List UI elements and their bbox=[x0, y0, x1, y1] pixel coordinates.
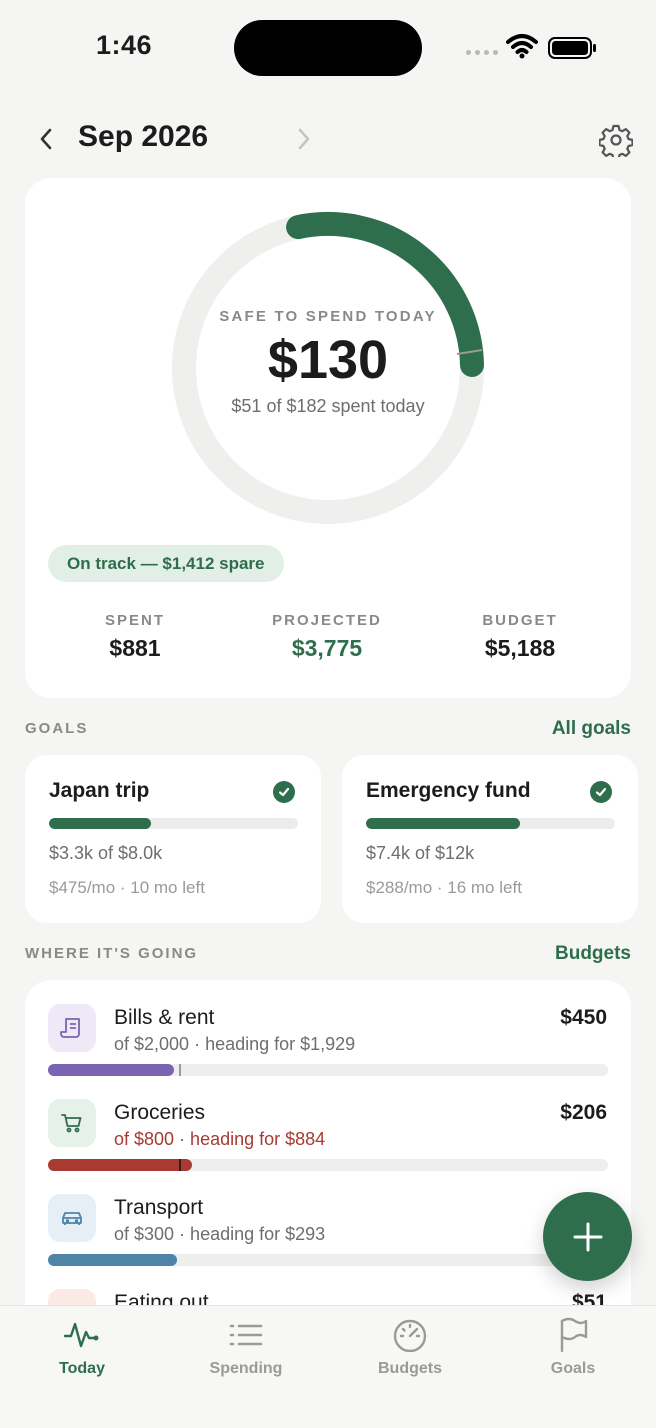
goal-name: Japan trip bbox=[49, 779, 150, 802]
settings-button[interactable] bbox=[596, 120, 636, 160]
pulse-icon bbox=[17, 1316, 147, 1354]
tab-label: Today bbox=[59, 1360, 105, 1377]
spent-today-text: $51 of $182 spent today bbox=[231, 396, 425, 417]
category-progress-fill bbox=[48, 1064, 174, 1076]
safe-to-spend-amount: $130 bbox=[267, 330, 389, 390]
category-progress-bar bbox=[48, 1159, 608, 1171]
goals-section-header: GOALS All goals bbox=[25, 718, 631, 742]
stat-projected: PROJECTED $3,775 bbox=[227, 612, 427, 662]
wifi-icon bbox=[506, 34, 538, 59]
tab-spending[interactable]: Spending bbox=[181, 1316, 311, 1378]
category-progress-fill bbox=[48, 1159, 193, 1171]
status-bar: 1:46 bbox=[0, 0, 656, 100]
stat-value: $5,188 bbox=[484, 635, 556, 661]
goal-card-japan-trip[interactable]: Japan trip $3.3k of $8.0k $475/mo · 10 m… bbox=[25, 755, 321, 923]
month-stats: SPENT $881 PROJECTED $3,775 BUDGET $5,18… bbox=[25, 612, 631, 672]
tab-label: Spending bbox=[209, 1360, 283, 1377]
month-header: Sep 2026 bbox=[0, 110, 656, 170]
goal-progress-fill bbox=[49, 818, 152, 829]
plus-icon bbox=[573, 1222, 602, 1251]
safe-to-spend-label: SAFE TO SPEND TODAY bbox=[219, 308, 437, 325]
chevron-left-icon bbox=[40, 128, 52, 150]
tab-label: Budgets bbox=[378, 1360, 442, 1377]
category-progress-fill bbox=[48, 1254, 177, 1266]
tab-today[interactable]: Today bbox=[17, 1316, 147, 1378]
category-detail: of $2,000 · heading for $1,929 bbox=[114, 1034, 356, 1054]
all-goals-link[interactable]: All goals bbox=[552, 718, 631, 740]
category-row-bills[interactable]: Bills & rent of $2,000 · heading for $1,… bbox=[25, 1004, 631, 1099]
category-spent: $450 bbox=[560, 1006, 607, 1029]
cellular-signal-icon bbox=[466, 50, 498, 55]
goal-amount: $3.3k of $8.0k bbox=[49, 843, 163, 863]
status-time: 1:46 bbox=[96, 30, 153, 60]
stat-label: SPENT bbox=[104, 612, 165, 629]
month-title: Sep 2026 bbox=[78, 120, 209, 153]
category-spent: $206 bbox=[560, 1101, 607, 1124]
goal-card-emergency-fund[interactable]: Emergency fund $7.4k of $12k $288/mo · 1… bbox=[342, 755, 638, 923]
category-name: Transport bbox=[114, 1196, 204, 1219]
category-row-groceries[interactable]: Groceries of $800 · heading for $884 $20… bbox=[25, 1099, 631, 1194]
categories-section-header: WHERE IT'S GOING Budgets bbox=[25, 943, 631, 967]
category-detail: of $300 · heading for $293 bbox=[114, 1224, 326, 1244]
battery-icon bbox=[548, 37, 596, 59]
stat-budget: BUDGET $5,188 bbox=[420, 612, 620, 662]
category-name: Bills & rent bbox=[114, 1006, 215, 1029]
cart-icon bbox=[48, 1099, 96, 1147]
goal-name: Emergency fund bbox=[366, 779, 531, 802]
goal-amount: $7.4k of $12k bbox=[366, 843, 475, 863]
goal-rate: $475/mo · 10 mo left bbox=[49, 878, 205, 897]
section-title: WHERE IT'S GOING bbox=[25, 945, 199, 962]
receipt-icon bbox=[48, 1004, 96, 1052]
tab-goals[interactable]: Goals bbox=[508, 1316, 638, 1378]
category-name: Groceries bbox=[114, 1101, 206, 1124]
goal-progress-bar bbox=[366, 818, 615, 829]
goal-progress-bar bbox=[49, 818, 298, 829]
list-icon bbox=[181, 1316, 311, 1354]
stat-spent: SPENT $881 bbox=[35, 612, 235, 662]
pace-marker bbox=[179, 1159, 181, 1171]
check-icon bbox=[590, 781, 612, 803]
previous-month-button[interactable] bbox=[30, 122, 62, 156]
section-title: GOALS bbox=[25, 720, 89, 737]
stat-value: $881 bbox=[109, 635, 161, 661]
stat-label: PROJECTED bbox=[272, 612, 382, 629]
tab-budgets[interactable]: Budgets bbox=[345, 1316, 475, 1378]
budgets-link[interactable]: Budgets bbox=[555, 943, 631, 965]
dynamic-island bbox=[234, 20, 422, 76]
next-month-button[interactable] bbox=[288, 122, 320, 156]
stat-label: BUDGET bbox=[482, 612, 558, 629]
check-icon bbox=[273, 781, 295, 803]
add-transaction-button[interactable] bbox=[543, 1192, 632, 1281]
tab-label: Goals bbox=[550, 1360, 596, 1377]
status-badge: On track — $1,412 spare bbox=[48, 545, 284, 582]
ring-center: SAFE TO SPEND TODAY $130 $51 of $182 spe… bbox=[125, 308, 531, 417]
chevron-right-icon bbox=[298, 128, 310, 150]
gear-icon bbox=[599, 124, 633, 157]
category-progress-bar bbox=[48, 1254, 608, 1266]
flag-icon bbox=[508, 1316, 638, 1354]
car-icon bbox=[48, 1194, 96, 1242]
safe-to-spend-card: SAFE TO SPEND TODAY $130 $51 of $182 spe… bbox=[25, 178, 631, 698]
pace-marker bbox=[179, 1064, 181, 1076]
category-progress-bar bbox=[48, 1064, 608, 1076]
tab-bar: Today Spending Budgets Goals bbox=[0, 1305, 656, 1428]
category-detail: of $800 · heading for $884 bbox=[114, 1129, 326, 1149]
category-row-transport[interactable]: Transport of $300 · heading for $293 bbox=[25, 1194, 631, 1289]
gauge-icon bbox=[345, 1316, 475, 1354]
goal-rate: $288/mo · 16 mo left bbox=[366, 878, 522, 897]
stat-value: $3,775 bbox=[291, 635, 363, 661]
goal-progress-fill bbox=[366, 818, 521, 829]
